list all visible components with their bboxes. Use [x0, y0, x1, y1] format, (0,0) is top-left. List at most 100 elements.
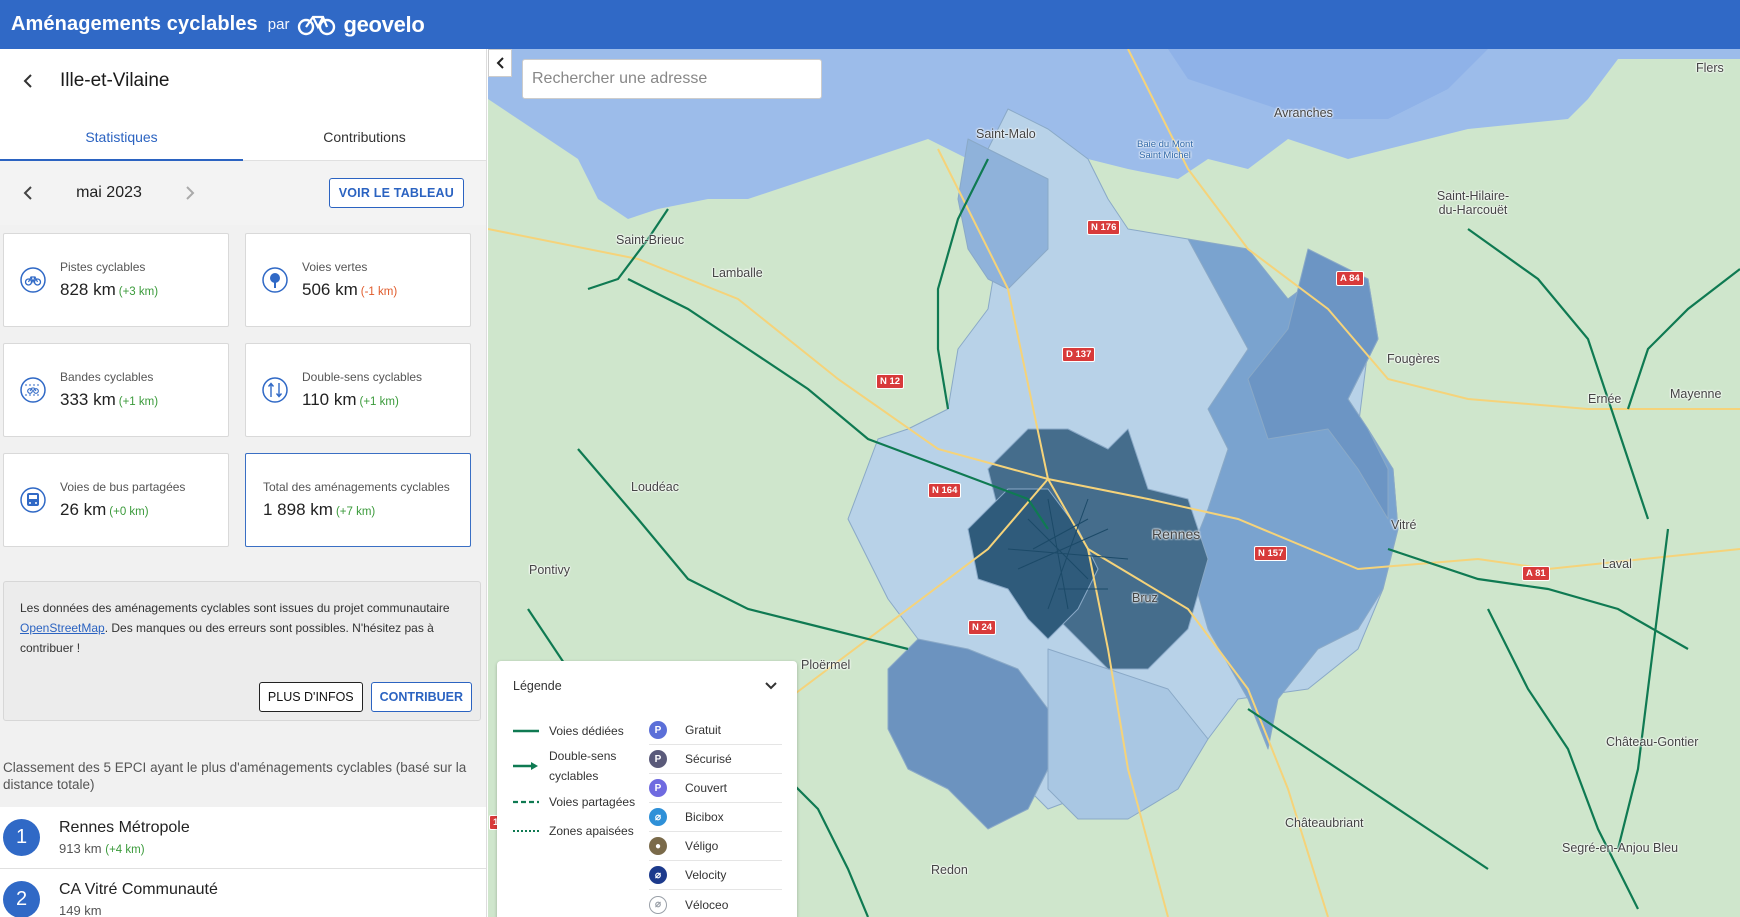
card-value: 506 km — [302, 280, 358, 299]
ranking-item[interactable]: 2 CA Vitré Communauté 149 km — [0, 869, 486, 917]
legend-lines: Voies dédiées Double-sens cyclables Voie… — [513, 716, 643, 845]
more-info-button[interactable]: PLUS D'INFOS — [258, 682, 363, 712]
back-button[interactable] — [18, 71, 38, 91]
legend-label: Voies dédiées — [549, 723, 624, 738]
bike-track-icon — [20, 267, 46, 293]
chevron-right-icon — [186, 186, 195, 200]
legend-item: Double-sens cyclables — [513, 745, 643, 787]
card-delta: (+3 km) — [118, 286, 159, 298]
town-label: Châteaubriant — [1285, 816, 1364, 830]
legend-label: Véligo — [685, 839, 719, 853]
tab-statistiques[interactable]: Statistiques — [0, 113, 243, 161]
town-label: Redon — [931, 863, 968, 877]
month-selector: mai 2023 VOIR LE TABLEAU — [0, 161, 486, 225]
town-label: Fougères — [1387, 352, 1440, 366]
rank-name: Rennes Métropole — [59, 819, 190, 836]
bike-logo-icon — [298, 15, 336, 35]
veloceo-icon: ⌀ — [649, 895, 667, 914]
tree-icon — [262, 267, 288, 293]
town-label: Laval — [1602, 557, 1632, 571]
solid-line-icon — [513, 729, 539, 732]
tab-contributions[interactable]: Contributions — [243, 113, 486, 160]
legend-item: Zones apaisées — [513, 816, 643, 845]
legend-item: ⌀ Véloceo — [649, 890, 782, 917]
legend-item: P Sécurisé — [649, 745, 782, 774]
town-label: Lamballe — [712, 266, 763, 280]
chevron-left-icon — [23, 74, 32, 88]
town-label: Ernée — [1588, 392, 1622, 406]
legend-item: Voies partagées — [513, 787, 643, 816]
legend-item: ● Véligo — [649, 832, 782, 861]
town-label: Baie du Mont Saint Michel — [1137, 139, 1193, 161]
card-double-sens-cyclables: Double-sens cyclables 110 km (+1 km) — [245, 343, 471, 437]
legend-parkings: P Gratuit P Sécurisé P Couvert ⌀ Bicibox ● Vé… — [649, 716, 782, 917]
card-delta: (+7 km) — [335, 506, 376, 518]
card-voies-de-bus: Voies de bus partagées 26 km (+0 km) — [3, 453, 229, 547]
map-view[interactable]: Saint-Malo Avranches Baie du Mont Saint … — [488, 49, 1740, 917]
road-shield: N 12 — [876, 374, 905, 389]
legend-label: Velocity — [685, 868, 727, 882]
card-total[interactable]: Total des aménagements cyclables 1 898 km… — [245, 453, 471, 547]
chevron-left-icon — [496, 57, 504, 69]
road-shield: A 84 — [1336, 271, 1364, 286]
legend-label: Double-sens cyclables — [549, 749, 617, 783]
town-label: Pontivy — [529, 563, 570, 577]
town-label: Rennes — [1152, 526, 1201, 542]
card-label: Total des aménagements cyclables — [263, 480, 450, 494]
rank-name: CA Vitré Communauté — [59, 881, 218, 898]
legend-item: Voies dédiées — [513, 716, 643, 745]
app-title: Aménagements cyclables — [11, 13, 258, 35]
legend-header[interactable]: Légende — [497, 661, 797, 711]
sidebar: Ille-et-Vilaine Statistiques Contributio… — [0, 49, 487, 917]
road-shield: N 176 — [1087, 220, 1121, 235]
road-shield: D 137 — [1062, 347, 1096, 362]
card-label: Pistes cyclables — [60, 260, 146, 274]
card-delta: (+1 km) — [359, 396, 399, 408]
legend-label: Zones apaisées — [549, 823, 634, 838]
bicibox-icon: ⌀ — [649, 808, 667, 826]
geovelo-logo[interactable]: geovelo — [297, 12, 425, 38]
arrow-line-icon — [513, 762, 538, 770]
contribute-button[interactable]: CONTRIBUER — [370, 682, 472, 712]
ranking-item[interactable]: 1 Rennes Métropole 913 km (+4 km) — [0, 807, 486, 869]
town-label: Vitré — [1391, 518, 1417, 532]
map-legend: Légende Voies dédiées Double-sens cyclab… — [497, 661, 797, 917]
prev-month-button[interactable] — [20, 186, 36, 200]
town-label: Saint-Hilaire-du-Harcouët — [1436, 189, 1510, 217]
next-month-button[interactable] — [182, 186, 198, 200]
town-label: Saint-Brieuc — [616, 233, 685, 247]
legend-title: Légende — [513, 679, 562, 693]
town-label: Ploërmel — [801, 658, 851, 672]
tab-bar: Statistiques Contributions — [0, 113, 486, 161]
openstreetmap-link[interactable]: OpenStreetMap — [20, 621, 105, 635]
town-label: Avranches — [1274, 106, 1333, 120]
two-way-icon — [262, 377, 288, 403]
card-value: 26 km — [60, 500, 107, 519]
card-label: Voies vertes — [302, 260, 368, 274]
bike-lane-icon — [20, 377, 46, 403]
card-bandes-cyclables: Bandes cyclables 333 km (+1 km) — [3, 343, 229, 437]
legend-label: Véloceo — [685, 897, 729, 912]
top-bar: Aménagements cyclables par geovelo — [0, 0, 1740, 49]
town-label: Bruz — [1132, 591, 1158, 605]
parking-free-icon: P — [649, 721, 667, 739]
address-search-input[interactable] — [522, 59, 822, 99]
rank-km: 149 km — [59, 903, 102, 917]
card-label: Bandes cyclables — [60, 370, 154, 384]
card-voies-vertes: Voies vertes 506 km (-1 km) — [245, 233, 471, 327]
parking-covered-icon: P — [649, 779, 667, 797]
view-table-button[interactable]: VOIR LE TABLEAU — [328, 178, 464, 208]
data-source-notice: Les données des aménagements cyclables s… — [3, 581, 481, 721]
collapse-sidebar-button[interactable] — [488, 49, 512, 77]
stats-cards: Pistes cyclables 828 km (+3 km) Voies vert… — [0, 225, 486, 547]
card-label: Double-sens cyclables — [302, 370, 423, 384]
legend-item: ⌀ Bicibox — [649, 803, 782, 832]
legend-label: Voies partagées — [549, 794, 636, 809]
rank-km: 913 km — [59, 841, 102, 856]
card-value: 110 km — [302, 390, 357, 409]
chevron-down-icon — [765, 682, 777, 690]
card-value: 1 898 km — [263, 500, 333, 519]
legend-label: Sécurisé — [685, 752, 732, 766]
current-month: mai 2023 — [76, 184, 142, 201]
town-label: Loudéac — [631, 480, 679, 494]
